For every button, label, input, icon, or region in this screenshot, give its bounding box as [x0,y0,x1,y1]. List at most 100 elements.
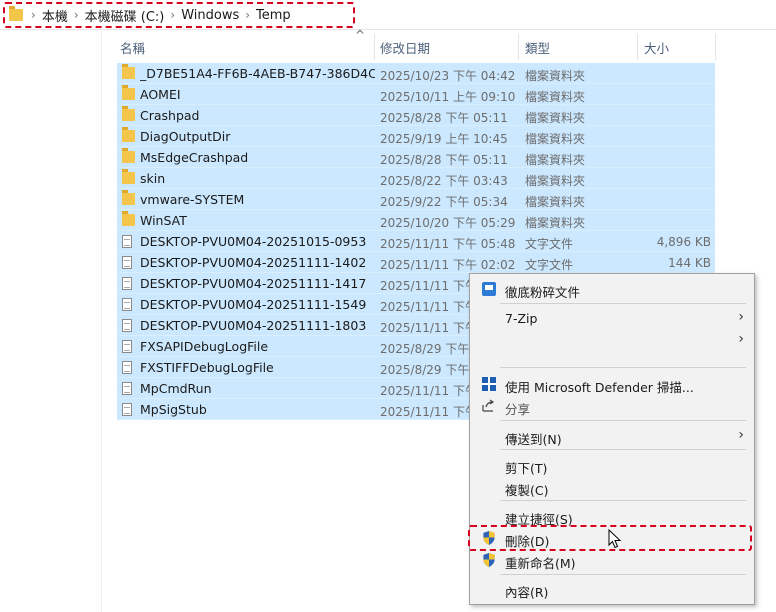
file-name: FXSAPIDebugLogFile [140,339,269,354]
column-header-name[interactable]: 名稱 [120,38,145,57]
menu-separator [500,367,746,368]
file-name: skin [140,171,166,186]
file-date: 2025/11/11 下午 [380,279,477,293]
file-date: 2025/11/11 下午 [380,300,477,314]
file-date: 2025/10/11 上午 09:10 [380,90,516,104]
table-row[interactable]: vmware-SYSTEM 2025/9/22 下午 05:34 檔案資料夾 [117,189,715,210]
text-file-icon [122,277,132,290]
file-type: 檔案資料夾 [525,216,586,230]
column-header-type[interactable]: 類型 [525,38,550,57]
file-type: 檔案資料夾 [525,174,586,188]
file-date: 2025/11/11 下午 [380,384,477,398]
menu-separator [500,449,746,450]
column-header-size[interactable]: 大小 [644,38,669,57]
text-file-icon [122,256,132,269]
file-name: AOMEI [140,87,181,102]
folder-icon [9,6,23,21]
menu-item-share[interactable]: 分享 [470,395,754,417]
table-row[interactable]: WinSAT 2025/10/20 下午 05:29 檔案資料夾 [117,210,715,231]
table-row[interactable]: Crashpad 2025/8/28 下午 05:11 檔案資料夾 [117,105,715,126]
menu-separator [500,420,746,421]
navigation-pane [0,30,102,612]
file-type: 檔案資料夾 [525,69,586,83]
text-file-icon [122,403,132,416]
table-row[interactable]: _D7BE51A4-FF6B-4AEB-B747-386D4C... 2025/1… [117,63,715,84]
table-row[interactable]: DESKTOP-PVU0M04-20251111-1402 2025/11/11 … [117,252,715,273]
chevron-right-icon: › [738,309,744,325]
menu-item-7zip[interactable]: 7-Zip › [470,307,754,329]
text-file-icon [122,298,132,311]
breadcrumb-separator-icon: › [170,8,176,22]
menu-item-send-to[interactable]: 傳送到(N) › [470,425,754,447]
menu-item-defender-scan[interactable]: 使用 Microsoft Defender 掃描... [470,373,754,395]
menu-item-label: 分享 [505,402,531,417]
file-name: DESKTOP-PVU0M04-20251111-1803 [140,318,367,333]
table-row[interactable]: MsEdgeCrashpad 2025/8/28 下午 05:11 檔案資料夾 [117,147,715,168]
file-name: FXSTIFFDebugLogFile [140,360,274,375]
file-type: 檔案資料夾 [525,132,586,146]
menu-separator [500,500,746,501]
menu-item-label: 重新命名(M) [505,556,576,571]
table-row[interactable]: DiagOutputDir 2025/9/19 上午 10:45 檔案資料夾 [117,126,715,147]
menu-item-shred[interactable]: 徹底粉碎文件 [470,278,754,300]
table-row[interactable]: AOMEI 2025/10/11 上午 09:10 檔案資料夾 [117,84,715,105]
menu-item-unlabeled-submenu[interactable]: › [470,329,754,351]
file-name: MpSigStub [140,402,207,417]
column-divider[interactable] [637,34,638,60]
column-divider[interactable] [518,34,519,60]
address-bar[interactable]: › 本機 › 本機磁碟 (C:) › Windows › Temp [0,0,776,30]
sort-ascending-icon: ^ [355,28,366,42]
breadcrumb-item-local-disk[interactable]: 本機磁碟 (C:) [85,6,165,25]
file-date: 2025/9/19 上午 10:45 [380,132,508,146]
file-type: 文字文件 [525,237,574,251]
chevron-right-icon: › [738,427,744,443]
breadcrumb-item-temp[interactable]: Temp [256,8,291,23]
menu-item-label: 徹底粉碎文件 [505,285,581,300]
folder-icon [122,211,135,226]
file-name: MsEdgeCrashpad [140,150,249,165]
file-name: DESKTOP-PVU0M04-20251015-0953 [140,234,367,249]
breadcrumb-item-this-pc[interactable]: 本機 [42,6,68,25]
file-type: 檔案資料夾 [525,153,586,167]
menu-item-rename[interactable]: 重新命名(M) [470,549,754,571]
file-name: DESKTOP-PVU0M04-20251111-1417 [140,276,367,291]
file-name: DiagOutputDir [140,129,231,144]
breadcrumb-item-windows[interactable]: Windows [181,8,239,23]
breadcrumb-separator-icon: › [245,8,251,22]
menu-item-properties[interactable]: 內容(R) [470,578,754,600]
file-name: WinSAT [140,213,187,228]
file-name: DESKTOP-PVU0M04-20251111-1402 [140,255,367,270]
menu-item-copy[interactable]: 複製(C) [470,476,754,498]
folder-icon [122,64,135,79]
menu-item-create-shortcut[interactable]: 建立捷徑(S) [470,505,754,527]
folder-icon [122,148,135,163]
file-date: 2025/11/11 下午 05:48 [380,237,516,251]
file-name: MpCmdRun [140,381,212,396]
file-name: DESKTOP-PVU0M04-20251111-1549 [140,297,367,312]
mouse-pointer-icon [608,529,622,549]
column-header-row: ^ 名稱 修改日期 類型 大小 [117,28,717,62]
column-divider[interactable] [715,34,716,60]
menu-item-label: 內容(R) [505,585,549,600]
shredder-icon [482,282,496,296]
file-type: 文字文件 [525,258,574,272]
table-row[interactable]: DESKTOP-PVU0M04-20251015-0953 2025/11/11 … [117,231,715,252]
file-date: 2025/8/28 下午 05:11 [380,153,508,167]
breadcrumb-separator-icon: › [73,8,79,22]
text-file-icon [122,361,132,374]
menu-item-cut[interactable]: 剪下(T) [470,454,754,476]
text-file-icon [122,382,132,395]
file-date: 2025/8/29 下午 [380,342,470,356]
file-name: vmware-SYSTEM [140,192,245,207]
table-row[interactable]: skin 2025/8/22 下午 03:43 檔案資料夾 [117,168,715,189]
folder-icon [122,169,135,184]
column-header-date[interactable]: 修改日期 [380,38,430,57]
file-date: 2025/11/11 下午 [380,405,477,419]
file-size: 144 KB [668,256,711,270]
folder-icon [122,106,135,121]
column-divider[interactable] [374,34,375,60]
text-file-icon [122,340,132,353]
menu-separator [500,303,746,304]
breadcrumb[interactable]: › 本機 › 本機磁碟 (C:) › Windows › Temp [3,2,355,28]
file-type: 檔案資料夾 [525,195,586,209]
